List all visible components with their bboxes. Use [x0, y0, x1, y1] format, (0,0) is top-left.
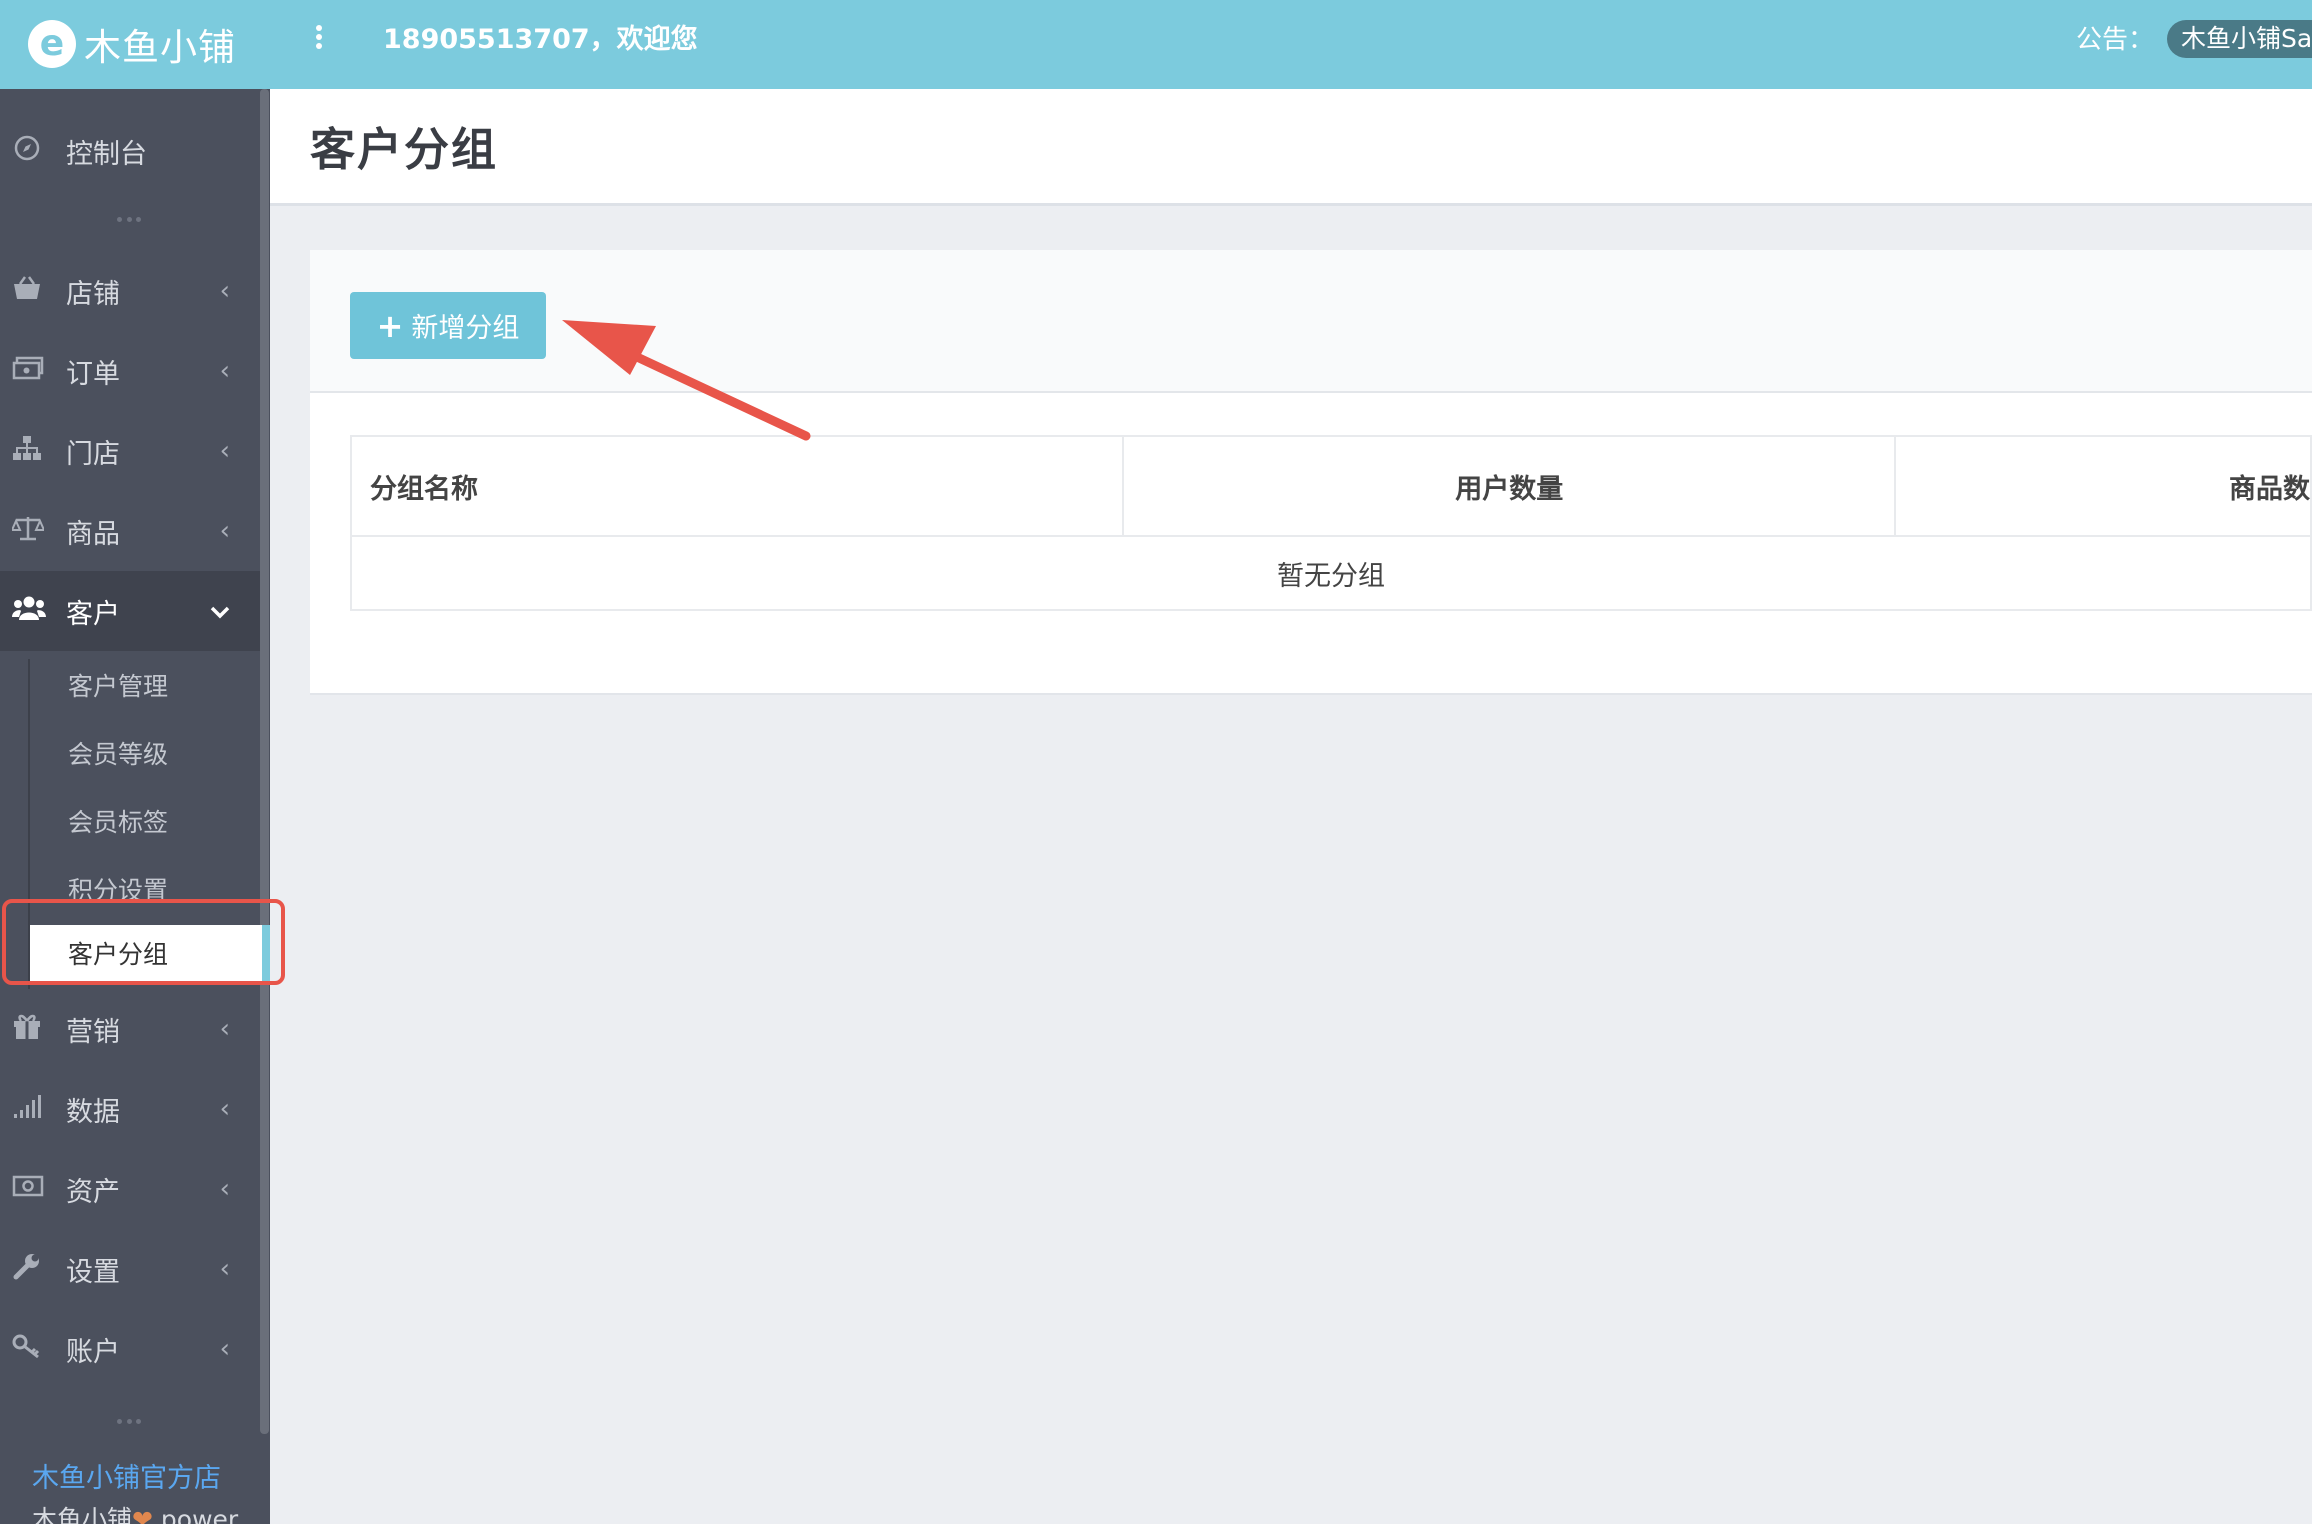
page-title: 客户分组: [310, 123, 499, 176]
panel-toolbar: + 新增分组: [310, 250, 2312, 393]
annotation-arrow: [562, 320, 811, 441]
sidebar-item-store[interactable]: 店铺 ‹: [0, 251, 260, 331]
sidebar-scrollbar[interactable]: [260, 89, 269, 1434]
sidebar-item-customers[interactable]: 客户: [0, 571, 260, 651]
official-store-link[interactable]: 木鱼小铺官方店: [32, 1456, 221, 1495]
users-icon: [12, 595, 46, 628]
sidebar-item-label: 店铺: [66, 278, 120, 310]
money-icon: [12, 356, 44, 387]
sitemap-icon: [12, 435, 42, 468]
sidebar-item-label: 资产: [66, 1176, 120, 1208]
signal-icon: [12, 1093, 42, 1126]
chevron-left-icon: ‹: [219, 1094, 230, 1124]
column-header-user-count: 用户数量: [1122, 435, 1897, 537]
gift-icon: [12, 1012, 42, 1047]
more-vertical-icon[interactable]: [312, 22, 326, 62]
plus-icon: +: [376, 306, 404, 345]
sidebar-item-data[interactable]: 数据 ‹: [0, 1069, 260, 1149]
welcome-text: 18905513707，欢迎您: [383, 24, 698, 55]
column-header-group-name: 分组名称: [349, 435, 1125, 537]
sidebar-item-label: 账户: [66, 1336, 120, 1368]
empty-state-text: 暂无分组: [350, 535, 2312, 611]
sidebar-separator: [117, 217, 141, 223]
balance-icon: [10, 515, 46, 548]
sidebar-item-products[interactable]: 商品 ‹: [0, 491, 260, 571]
sidebar-item-label: 商品: [66, 518, 120, 550]
groups-table: 分组名称 用户数量 商品数 暂无分组: [349, 435, 2312, 611]
basket-icon: [12, 275, 42, 308]
sidebar-item-dashboard[interactable]: 控制台: [0, 111, 260, 191]
compass-icon: [12, 134, 42, 169]
sidebar-item-label: 营销: [66, 1016, 120, 1048]
sidebar-item-label: 客户: [66, 598, 120, 630]
logo-icon: e: [28, 20, 76, 68]
chevron-left-icon: ‹: [219, 1334, 230, 1364]
column-header-product-count: 商品数: [1894, 435, 2312, 537]
submenu-item-customer-management[interactable]: 客户管理: [68, 667, 168, 703]
chevron-left-icon: ‹: [219, 276, 230, 306]
chevron-left-icon: ‹: [219, 516, 230, 546]
wrench-icon: [12, 1252, 42, 1287]
sidebar-item-stores[interactable]: 门店 ‹: [0, 411, 260, 491]
chevron-left-icon: ‹: [219, 436, 230, 466]
annotation-highlight-box: [2, 899, 285, 985]
sidebar-item-account[interactable]: 账户 ‹: [0, 1309, 260, 1389]
chevron-left-icon: ‹: [219, 1174, 230, 1204]
chevron-left-icon: ‹: [219, 1014, 230, 1044]
sidebar-item-label: 订单: [66, 358, 120, 390]
notice-label: 公告：: [2076, 25, 2155, 55]
powered-by-suffix: power: [152, 1505, 239, 1524]
logo[interactable]: e 木鱼小铺: [28, 17, 236, 71]
sidebar-separator: [117, 1419, 141, 1425]
chevron-down-icon: [210, 596, 230, 626]
table-header-row: 分组名称 用户数量 商品数: [349, 435, 2312, 537]
table-row: 暂无分组: [350, 535, 2312, 611]
submenu-item-member-level[interactable]: 会员等级: [68, 735, 168, 771]
add-group-button-label: 新增分组: [411, 313, 520, 344]
chevron-left-icon: ‹: [219, 356, 230, 386]
chevron-left-icon: ‹: [219, 1254, 230, 1284]
sidebar-item-marketing[interactable]: 营销 ‹: [0, 989, 260, 1069]
sidebar-item-label: 数据: [66, 1096, 120, 1128]
powered-by-prefix: 木鱼小铺: [32, 1505, 133, 1524]
submenu-item-member-tags[interactable]: 会员标签: [68, 803, 168, 839]
notice-badge[interactable]: 木鱼小铺Sa: [2167, 20, 2312, 58]
top-bar: e 木鱼小铺 18905513707，欢迎您 公告： 木鱼小铺Sa: [0, 0, 2312, 89]
sidebar-item-label: 设置: [66, 1256, 120, 1288]
content-panel: + 新增分组 分组名称 用户数量 商品数 暂无分组: [310, 250, 2312, 695]
banknote-icon: [12, 1174, 44, 1204]
add-group-button[interactable]: + 新增分组: [350, 292, 546, 359]
logo-text: 木鱼小铺: [84, 26, 236, 69]
sidebar-item-settings[interactable]: 设置 ‹: [0, 1229, 260, 1309]
powered-by-text: 木鱼小铺❤ power: [32, 1500, 238, 1524]
sidebar-item-label: 控制台: [66, 138, 147, 170]
heart-icon: ❤: [132, 1505, 153, 1524]
sidebar-item-assets[interactable]: 资产 ‹: [0, 1149, 260, 1229]
key-icon: [12, 1333, 42, 1366]
sidebar-item-label: 门店: [66, 438, 120, 470]
page-header: 客户分组: [270, 89, 2312, 206]
sidebar-item-orders[interactable]: 订单 ‹: [0, 331, 260, 411]
sidebar: 控制台 店铺 ‹ 订单 ‹ 门店 ‹ 商品 ‹ 客户 客户管理 会员等级 会员标…: [0, 89, 270, 1524]
